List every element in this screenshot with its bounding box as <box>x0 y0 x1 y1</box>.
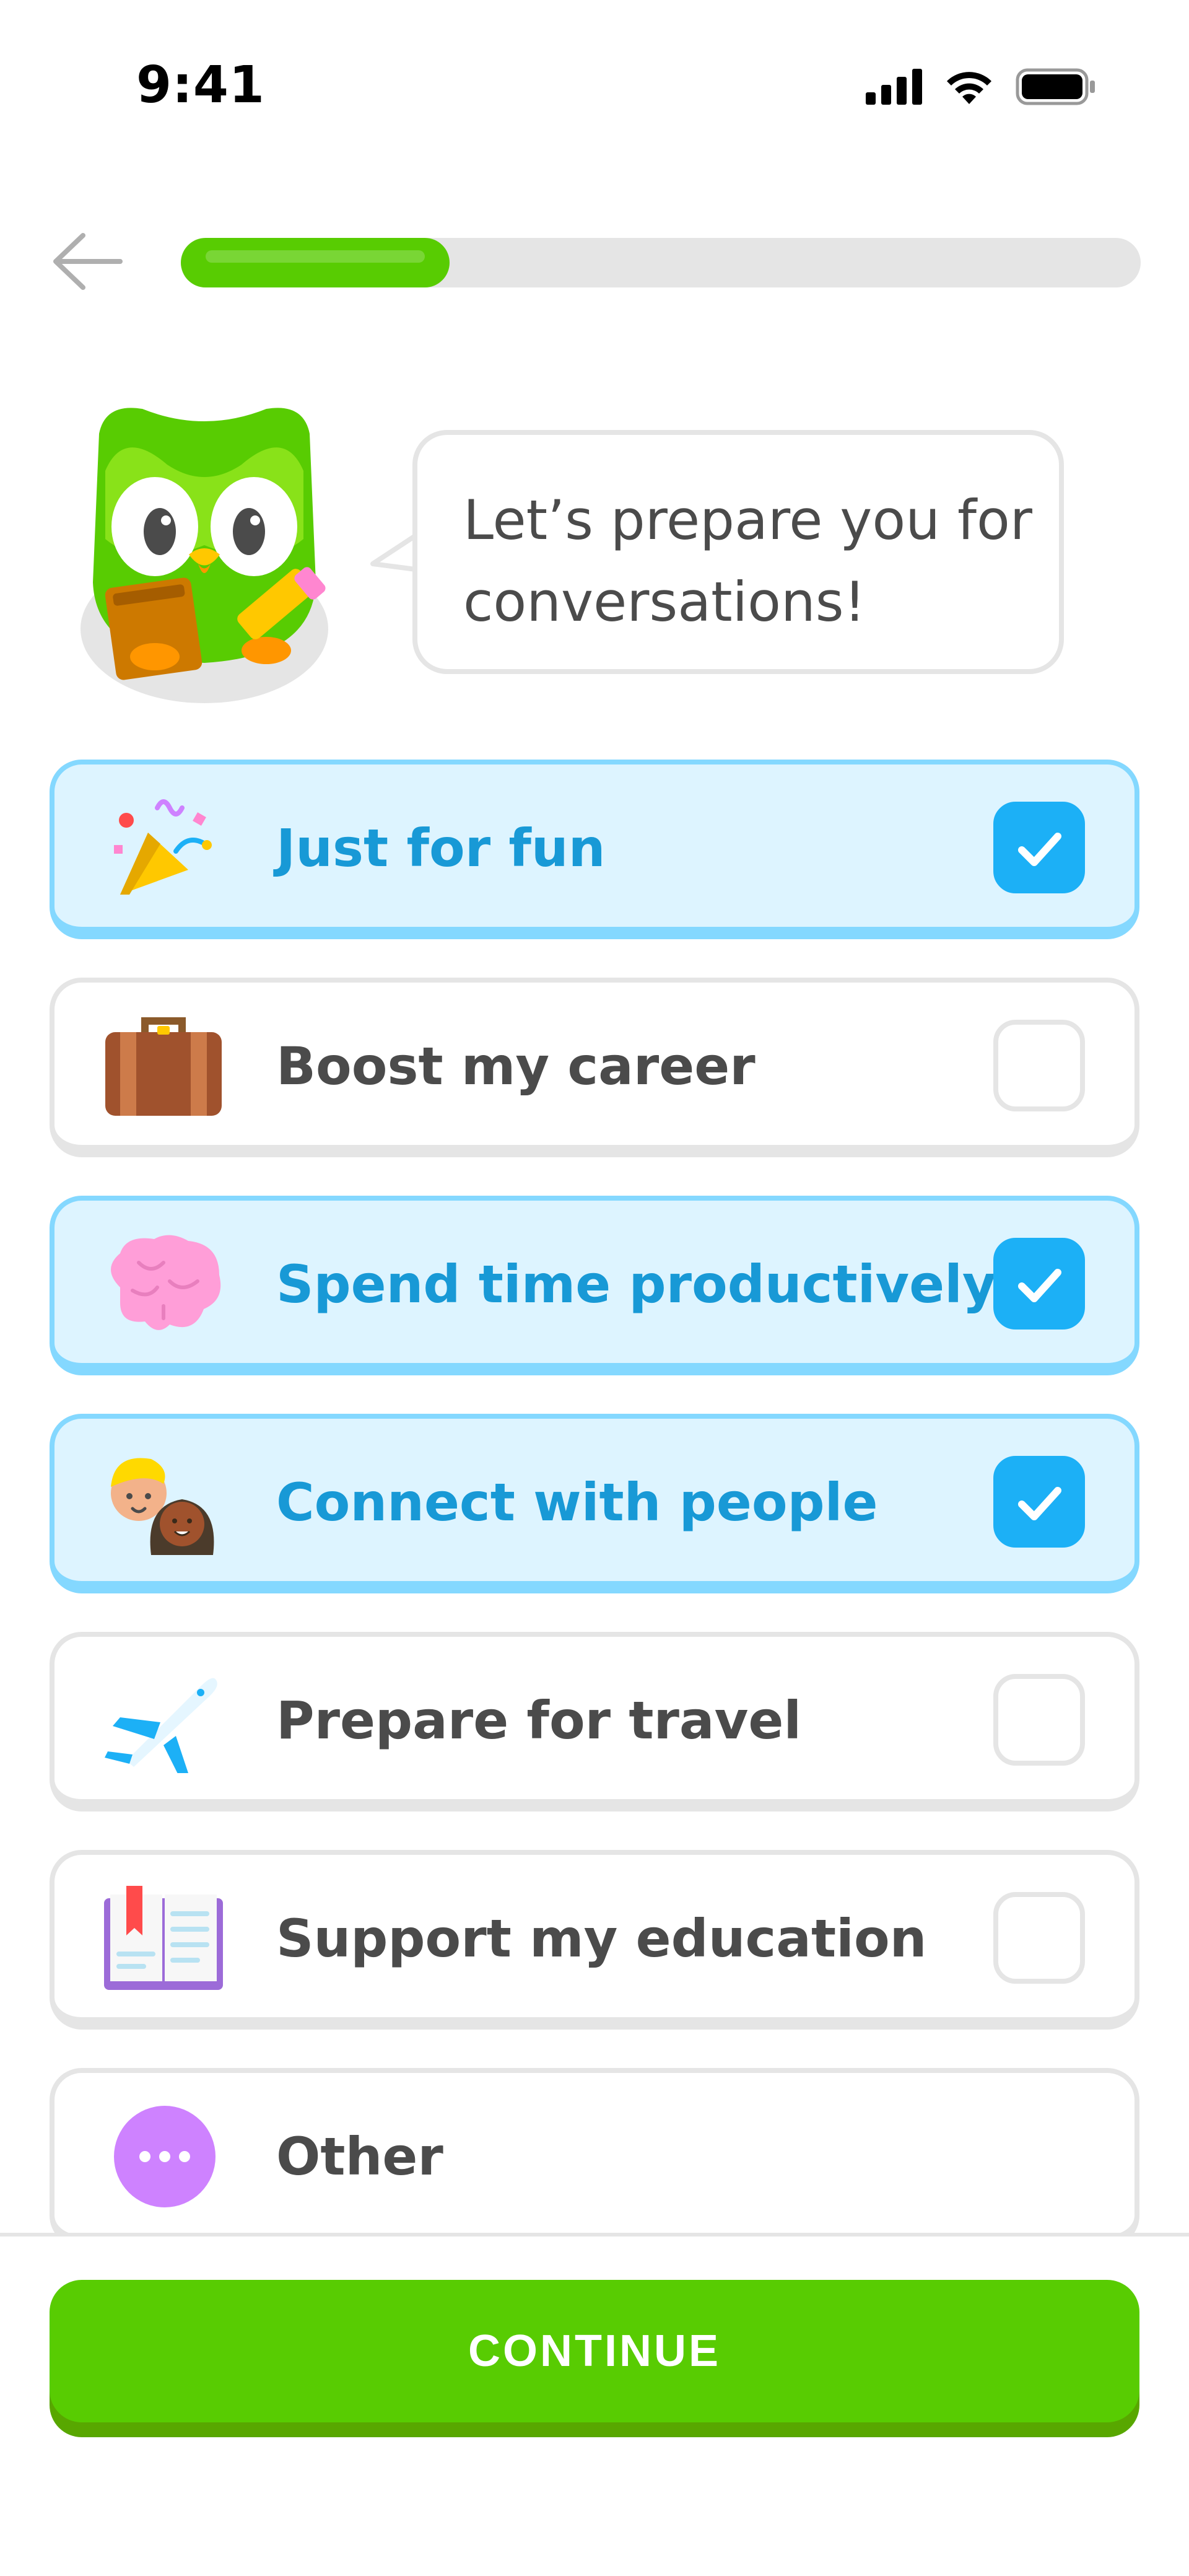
owl-mascot-icon <box>81 396 341 706</box>
wifi-icon <box>947 72 991 104</box>
option-label: Just for fun <box>276 818 606 878</box>
checkmark-icon <box>1018 1487 1061 1520</box>
option-spend-time-productively[interactable]: Spend time productively <box>50 1196 1139 1375</box>
option-other[interactable]: Other <box>50 2068 1139 2248</box>
open-book-icon <box>104 1886 223 1990</box>
progress-shine <box>206 250 425 263</box>
option-checkbox[interactable] <box>993 1238 1085 1330</box>
option-checkbox[interactable] <box>993 1674 1085 1766</box>
option-label: Prepare for travel <box>276 1690 802 1751</box>
option-checkbox[interactable] <box>993 1892 1085 1984</box>
option-checkbox[interactable] <box>993 802 1085 893</box>
continue-label: CONTINUE <box>468 2326 721 2376</box>
option-label: Support my education <box>276 1908 927 1969</box>
back-button[interactable] <box>51 230 124 292</box>
briefcase-icon <box>105 1017 222 1116</box>
option-label: Connect with people <box>276 1472 878 1533</box>
option-prepare-for-travel[interactable]: Prepare for travel <box>50 1632 1139 1812</box>
progress-fill <box>181 238 450 287</box>
continue-button[interactable]: CONTINUE <box>50 2280 1139 2422</box>
mascot-message: Let’s prepare you for conversations! <box>463 488 1032 634</box>
cellular-signal-icon <box>866 69 922 105</box>
people-icon <box>111 1458 214 1555</box>
more-dots-icon <box>114 2106 216 2207</box>
speech-bubble: Let’s prepare you for conversations! <box>412 430 1064 674</box>
checkmark-icon <box>1018 1269 1061 1302</box>
airplane-icon <box>105 1678 217 1773</box>
battery-icon <box>1016 68 1095 105</box>
status-bar: 9:41 <box>0 0 1189 173</box>
option-boost-my-career[interactable]: Boost my career <box>50 978 1139 1157</box>
option-checkbox[interactable] <box>993 1020 1085 1111</box>
option-connect-with-people[interactable]: Connect with people <box>50 1414 1139 1593</box>
option-support-my-education[interactable]: Support my education <box>50 1850 1139 2030</box>
option-just-for-fun[interactable]: Just for fun <box>50 760 1139 939</box>
status-icons <box>866 68 1096 105</box>
checkmark-icon <box>1018 833 1061 866</box>
option-label: Other <box>276 2126 443 2187</box>
option-checkbox[interactable] <box>993 1456 1085 1548</box>
option-label: Boost my career <box>276 1036 756 1097</box>
status-time: 9:41 <box>136 56 265 115</box>
arrow-left-icon <box>53 233 123 290</box>
brain-icon <box>111 1235 221 1330</box>
party-popper-icon <box>114 799 212 895</box>
option-label: Spend time productively <box>276 1254 996 1315</box>
progress-bar <box>181 238 1141 287</box>
